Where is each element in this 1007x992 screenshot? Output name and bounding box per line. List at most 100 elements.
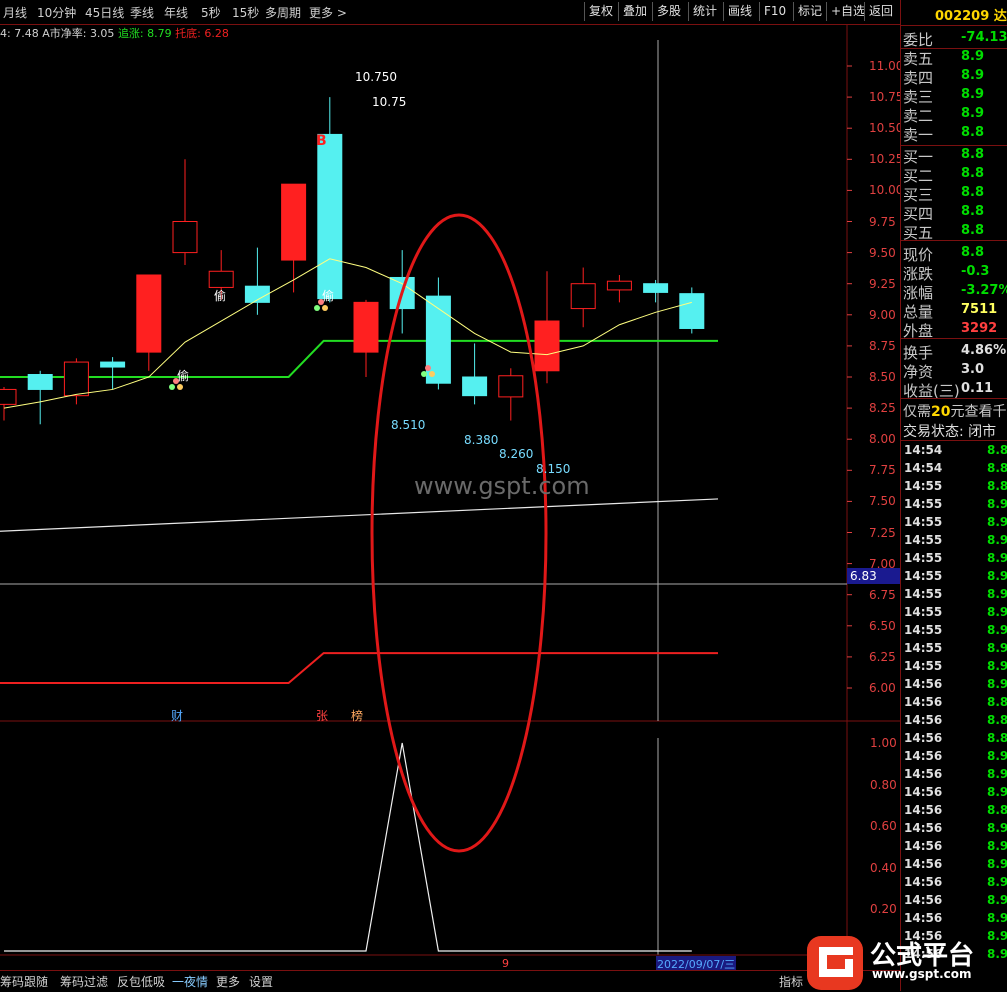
- tick-time: 14:55: [904, 641, 943, 655]
- period-10min[interactable]: 10分钟: [37, 4, 76, 21]
- tick-time: 14:55: [904, 479, 943, 493]
- tab-more[interactable]: 更多: [216, 973, 240, 990]
- tick-price: 8.90: [987, 767, 1007, 781]
- steal-mark-3: 偷: [322, 289, 335, 303]
- tick-price: 8.90: [987, 551, 1007, 565]
- tick-time: 14:56: [904, 875, 943, 889]
- panel-divider: [901, 440, 1007, 441]
- tick-time: 14:54: [904, 443, 943, 457]
- tab-overnight[interactable]: 一夜情: [172, 973, 208, 990]
- info-prefix: 4: 7.48: [0, 27, 39, 40]
- quote-row: 涨幅 -3.27%: [901, 282, 1007, 302]
- tick-time: 14:56: [904, 839, 943, 853]
- stat-row: 净资 3.0: [901, 361, 1007, 381]
- draw-button[interactable]: 画线: [723, 2, 756, 21]
- price-label-1: 8.510: [391, 418, 426, 432]
- multi-stock-button[interactable]: 多股: [652, 2, 685, 21]
- tick-row: 14:56 8.90: [901, 749, 1007, 767]
- period-quarter[interactable]: 季线: [130, 4, 154, 21]
- price-tick-label: 9.75: [869, 214, 896, 229]
- orderbook-row: 卖二 8.9: [901, 105, 1007, 125]
- tick-price: 8.90: [987, 587, 1007, 601]
- price-tick-label: 8.50: [869, 370, 896, 384]
- tick-row: 14:55 8.90: [901, 587, 1007, 605]
- orderbook-row: 买一 8.8: [901, 146, 1007, 166]
- tick-price: 8.89: [987, 731, 1007, 745]
- period-month[interactable]: 月线: [3, 4, 27, 21]
- period-year[interactable]: 年线: [164, 4, 188, 21]
- panel-divider: [901, 25, 1007, 26]
- period-more[interactable]: 更多 >: [309, 4, 347, 21]
- stats-button[interactable]: 统计: [688, 2, 721, 21]
- overlay-button[interactable]: 叠加: [618, 2, 651, 21]
- candle-body: [0, 388, 17, 405]
- signal-dot: [177, 384, 183, 390]
- tick-row: 14:54 8.89: [901, 461, 1007, 479]
- limit-up-tag[interactable]: 张: [316, 707, 328, 724]
- tick-row: 14:55 8.89: [901, 479, 1007, 497]
- price-label-2: 8.380: [464, 433, 499, 447]
- tick-price: 8.90: [987, 677, 1007, 691]
- price-tick-label: 6.50: [869, 618, 896, 633]
- price-tick-label: 6.00: [869, 681, 896, 695]
- bottom-count: 9: [502, 957, 509, 970]
- orderbook-row-value: 8.8: [961, 125, 985, 140]
- quote-row: 涨跌 -0.3: [901, 263, 1007, 283]
- period-multi[interactable]: 多周期: [265, 4, 301, 21]
- tick-row: 14:55 8.90: [901, 641, 1007, 659]
- tick-price: 8.89: [987, 695, 1007, 709]
- orderbook-row: 买三 8.8: [901, 184, 1007, 204]
- orderbook-row-value: 8.9: [961, 106, 985, 121]
- buy-mark: B: [316, 133, 327, 149]
- promo-text[interactable]: 仅需20元查看千: [903, 401, 1007, 420]
- tick-price: 8.89: [987, 479, 1007, 493]
- tick-row: 14:55 8.90: [901, 497, 1007, 515]
- stat-row-value: 4.86%: [961, 343, 1007, 358]
- tick-time: 14:55: [904, 623, 943, 637]
- period-45day[interactable]: 45日线: [85, 4, 124, 21]
- price-tick-label: 9.25: [869, 276, 896, 291]
- stock-code[interactable]: 002209 达: [935, 5, 1007, 24]
- tick-price: 8.90: [987, 569, 1007, 583]
- info-net-value: 3.05: [89, 27, 115, 40]
- tick-row: 14:55 8.90: [901, 569, 1007, 587]
- orderbook-row-value: 8.8: [961, 204, 985, 219]
- price-tick-label: 7.25: [869, 525, 896, 540]
- panel-divider: [901, 398, 1007, 399]
- period-5sec[interactable]: 5秒: [201, 4, 221, 21]
- tab-chip-filter[interactable]: 筹码过滤: [60, 973, 108, 990]
- stat-row-label: 净资: [903, 363, 934, 381]
- quote-row: 总量 7511: [901, 301, 1007, 321]
- steal-mark-1: 偷: [177, 369, 190, 383]
- promo-part: 元查看千: [950, 404, 1007, 420]
- quote-row-value: -3.27%: [961, 283, 1007, 298]
- indicator-tick-label: 0.80: [870, 777, 897, 792]
- f10-button[interactable]: F10: [759, 2, 790, 21]
- tick-time: 14:55: [904, 497, 943, 511]
- fuquan-button[interactable]: 复权: [584, 2, 617, 21]
- high-price-marker: 10.75: [372, 95, 407, 109]
- price-tick-label: 11.00: [869, 59, 904, 73]
- orderbook-row-label: 卖五: [903, 50, 934, 68]
- tab-settings[interactable]: 设置: [249, 973, 273, 990]
- tab-chip-follow[interactable]: 筹码跟随: [0, 973, 48, 990]
- tick-time: 14:56: [904, 677, 943, 691]
- rank-tag[interactable]: 榜: [351, 707, 363, 724]
- stat-row-value: 3.0: [961, 362, 985, 377]
- tick-time: 14:56: [904, 731, 943, 745]
- period-15sec[interactable]: 15秒: [232, 4, 259, 21]
- tick-time: 14:55: [904, 605, 943, 619]
- tick-row: 14:55 8.90: [901, 551, 1007, 569]
- finance-tag[interactable]: 财: [171, 707, 183, 724]
- mark-button[interactable]: 标记: [793, 2, 826, 21]
- tick-price: 8.90: [987, 749, 1007, 763]
- add-watchlist-button[interactable]: +自选: [826, 2, 869, 21]
- candle-body: [606, 280, 632, 291]
- cursor-price-box: 6.83: [847, 568, 902, 584]
- tab-reverse-low[interactable]: 反包低吸: [117, 973, 165, 990]
- tab-indicator[interactable]: 指标: [779, 973, 803, 990]
- signal-dot: [169, 384, 175, 390]
- tick-row: 14:55 8.90: [901, 605, 1007, 623]
- back-button[interactable]: 返回: [864, 2, 897, 21]
- tick-price: 8.90: [987, 839, 1007, 853]
